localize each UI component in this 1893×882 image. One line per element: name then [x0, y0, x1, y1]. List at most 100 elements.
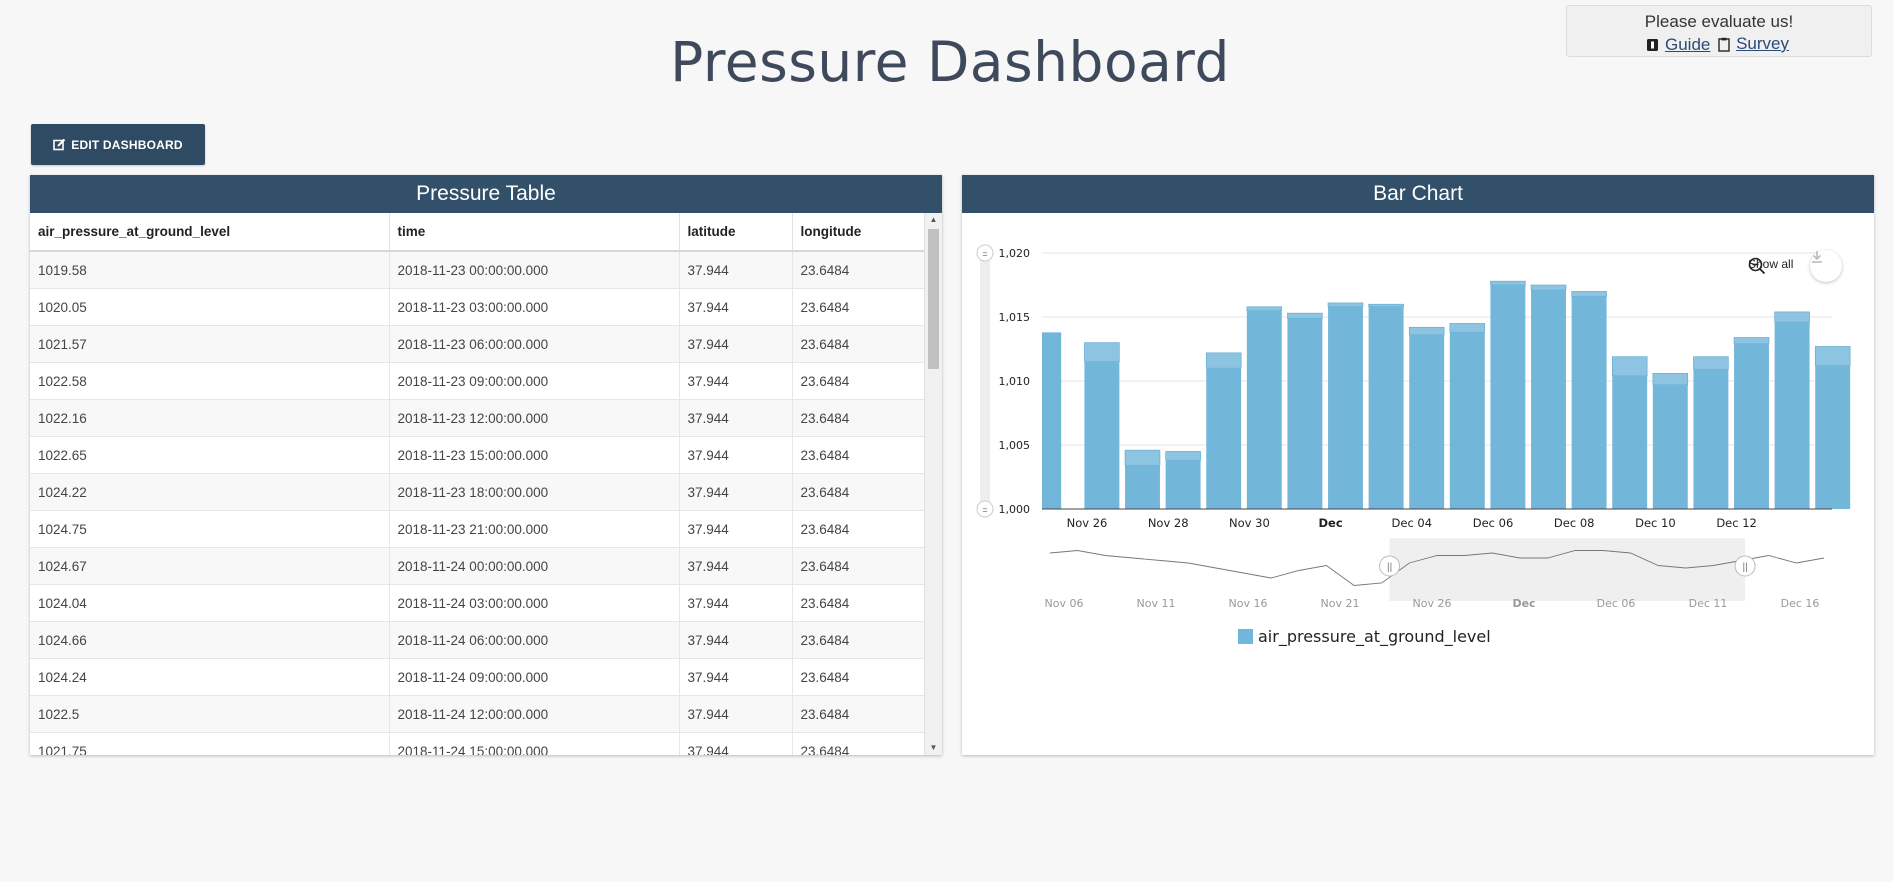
table-cell: 1022.16 — [30, 399, 390, 437]
table-row[interactable]: 1024.24 2018-11-24 09:00:00.000 37.944 23.6… — [30, 658, 926, 696]
guide-icon — [1646, 38, 1658, 51]
bar-top-segment — [1327, 302, 1364, 308]
guide-link[interactable]: Guide — [1646, 35, 1713, 55]
bar-top-segment — [1490, 280, 1526, 286]
table-cell: 2018-11-23 09:00:00.000 — [389, 362, 680, 400]
table-scrollbar[interactable]: ▲ ▼ — [924, 213, 942, 755]
bar-top-segment — [1246, 306, 1283, 311]
table-cell: 2018-11-24 00:00:00.000 — [389, 547, 680, 585]
table-row[interactable]: 1020.05 2018-11-23 03:00:00.000 37.944 23.6… — [30, 288, 926, 326]
bar — [1287, 318, 1323, 509]
bar-top-segment — [1368, 303, 1404, 308]
table-row[interactable]: 1024.22 2018-11-23 18:00:00.000 37.944 23.6… — [30, 473, 926, 511]
bar-top-segment — [1530, 284, 1567, 291]
table-cell: 1022.65 — [30, 436, 390, 474]
column-header[interactable]: time — [389, 213, 680, 252]
pressure-table-panel: Pressure Table air_pressure_at_ground_le… — [30, 175, 942, 755]
bar-top-segment — [1774, 311, 1810, 323]
bar — [1328, 306, 1363, 509]
table-cell: 37.944 — [679, 362, 793, 400]
table-row[interactable]: 1024.04 2018-11-24 03:00:00.000 37.944 23.6… — [30, 584, 926, 622]
bar-top-segment — [1611, 356, 1648, 377]
table-row[interactable]: 1021.75 2018-11-24 15:00:00.000 37.944 23.6… — [30, 732, 926, 755]
bar — [1734, 343, 1769, 509]
table-cell: 37.944 — [679, 473, 793, 511]
column-header[interactable]: air_pressure_at_ground_level — [30, 213, 390, 252]
survey-link-label[interactable]: Survey — [1736, 34, 1789, 54]
navigator-selection — [1389, 538, 1746, 601]
navigator-tick-label: Nov 21 — [1321, 597, 1360, 610]
dashboard-app: Pressure Dashboard Please evaluate us! G… — [0, 0, 1893, 882]
column-header[interactable]: latitude — [679, 213, 793, 252]
bar-top-segment — [1084, 342, 1120, 363]
bar — [1084, 361, 1120, 509]
bar-top-segment — [1408, 326, 1445, 336]
bar — [1652, 384, 1688, 509]
table-cell: 23.6484 — [792, 436, 926, 474]
table-header-row: air_pressure_at_ground_level time latitude… — [30, 213, 926, 252]
table-cell: 1022.5 — [30, 695, 390, 733]
table-cell: 37.944 — [679, 436, 793, 474]
bar — [1409, 334, 1445, 509]
table-row[interactable]: 1022.65 2018-11-23 15:00:00.000 37.944 23.6… — [30, 436, 926, 474]
table-row[interactable]: 1024.75 2018-11-23 21:00:00.000 37.944 23.6… — [30, 510, 926, 548]
bar-top-segment — [1571, 291, 1607, 297]
table-cell: 1020.05 — [30, 288, 390, 326]
navigator-tick-label: Nov 11 — [1137, 597, 1176, 610]
scrollbar-thumb[interactable] — [928, 229, 939, 369]
table-cell: 37.944 — [679, 547, 793, 585]
table-cell: 37.944 — [679, 658, 793, 696]
navigator-tick-label: Nov 26 — [1413, 597, 1452, 610]
guide-link-label[interactable]: Guide — [1665, 35, 1710, 55]
pressure-table: air_pressure_at_ground_level time latitude… — [30, 213, 926, 755]
x-tick-label: Dec 10 — [1635, 516, 1676, 530]
x-tick-label: Nov 28 — [1148, 516, 1189, 530]
y-tick-label: 1,005 — [999, 439, 1031, 452]
table-cell: 37.944 — [679, 732, 793, 755]
table-row[interactable]: 1021.57 2018-11-23 06:00:00.000 37.944 23.6… — [30, 325, 926, 363]
bar — [1612, 375, 1648, 509]
navigator-tick-label: Dec 16 — [1781, 597, 1820, 610]
survey-link[interactable]: Survey — [1718, 34, 1792, 54]
edit-icon — [53, 138, 66, 151]
download-button[interactable] — [1810, 250, 1842, 282]
column-header[interactable]: longitude — [792, 213, 926, 252]
y-tick-label: 1,015 — [999, 311, 1031, 324]
bar — [1490, 285, 1526, 509]
bar-top-segment — [1165, 451, 1201, 461]
table-row[interactable]: 1024.66 2018-11-24 06:00:00.000 37.944 23.6… — [30, 621, 926, 659]
bar — [1042, 332, 1062, 509]
scroll-up-arrow-icon[interactable]: ▲ — [925, 213, 942, 227]
y-tick-label: 1,010 — [999, 375, 1031, 388]
table-cell: 37.944 — [679, 695, 793, 733]
table-row[interactable]: 1019.58 2018-11-23 00:00:00.000 37.944 23.6… — [30, 251, 926, 289]
table-cell: 2018-11-23 12:00:00.000 — [389, 399, 680, 437]
table-cell: 37.944 — [679, 288, 793, 326]
table-cell: 23.6484 — [792, 473, 926, 511]
evaluate-prompt: Please evaluate us! — [1644, 12, 1794, 31]
bar-chart-panel: Bar Chart 1,000 1,005 1,010 1,015 1,020 = = Nov… — [962, 175, 1874, 755]
bar-top-segment — [1814, 346, 1851, 366]
scroll-down-arrow-icon[interactable]: ▼ — [925, 741, 942, 755]
show-all-button[interactable]: Show all — [1748, 257, 1793, 275]
navigator-tick-label: Nov 06 — [1045, 597, 1084, 610]
navigator-tick-label: Dec 06 — [1597, 597, 1636, 610]
table-row[interactable]: 1022.5 2018-11-24 12:00:00.000 37.944 23.64… — [30, 695, 926, 733]
table-row[interactable]: 1024.67 2018-11-24 00:00:00.000 37.944 23.6… — [30, 547, 926, 585]
table-cell: 2018-11-23 03:00:00.000 — [389, 288, 680, 326]
chart-legend[interactable]: air_pressure_at_ground_level — [1238, 627, 1491, 646]
table-scroll-area[interactable]: air_pressure_at_ground_level time latitude… — [30, 213, 942, 755]
edit-dashboard-button[interactable]: EDIT DASHBOARD — [31, 124, 205, 165]
table-cell: 23.6484 — [792, 695, 926, 733]
table-row[interactable]: 1022.58 2018-11-23 09:00:00.000 37.944 23.6… — [30, 362, 926, 400]
table-cell: 1021.57 — [30, 325, 390, 363]
table-cell: 1024.22 — [30, 473, 390, 511]
legend-label: air_pressure_at_ground_level — [1258, 627, 1491, 646]
table-cell: 1024.67 — [30, 547, 390, 585]
table-row[interactable]: 1022.16 2018-11-23 12:00:00.000 37.944 23.6… — [30, 399, 926, 437]
navigator-tick-label: Dec — [1512, 597, 1535, 610]
edit-dashboard-label: EDIT DASHBOARD — [71, 137, 183, 152]
bar — [1125, 465, 1160, 509]
table-cell: 23.6484 — [792, 547, 926, 585]
x-tick-label: Dec 08 — [1554, 516, 1595, 530]
